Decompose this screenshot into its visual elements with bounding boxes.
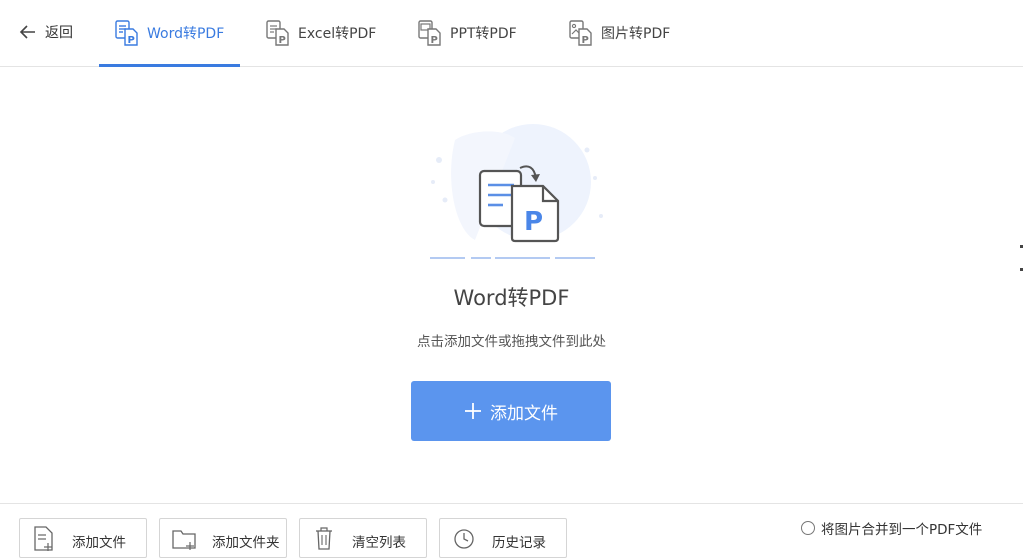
image-to-pdf-icon: P [569,20,592,46]
trash-icon [316,527,332,550]
drop-hint: 点击添加文件或拖拽文件到此处 [417,334,606,350]
add-file-button[interactable]: 添加文件 [411,381,611,441]
tab-label: Excel转PDF [298,26,377,42]
tab-label: PPT转PDF [450,26,517,42]
footer-button-label: 添加文件 [72,535,126,551]
svg-text:P: P [128,35,135,46]
tab-word-to-pdf[interactable]: P Word转PDF [98,0,241,67]
clock-icon [454,529,474,549]
merge-images-label: 将图片合并到一个PDF文件 [821,522,983,538]
ppt-to-pdf-icon: P [418,20,441,46]
merge-images-radio[interactable] [801,521,815,535]
arrow-left-icon [19,25,35,39]
footer-button-label: 历史记录 [492,535,546,551]
clear-list-button[interactable]: 清空列表 [299,518,427,558]
tab-excel-to-pdf[interactable]: P Excel转PDF [266,0,376,66]
word-to-pdf-icon: P [115,20,138,46]
word-to-pdf-illustration: P [430,124,603,259]
footer-button-label: 添加文件夹 [212,535,280,551]
footer-button-label: 清空列表 [352,535,406,551]
add-file-icon [34,526,53,551]
plus-icon [465,403,481,419]
svg-text:P: P [582,35,589,46]
tab-label: Word转PDF [147,26,225,42]
bottom-toolbar: 添加文件 添加文件夹 清空列表 历史记录 将图片合并到一个PDF文件 [0,503,1023,558]
tab-image-to-pdf[interactable]: P 图片转PDF [569,0,670,66]
add-folder-icon [172,530,196,550]
top-nav: 返回 P Word转PDF P Excel转PDF P PPT转PDF P 图片… [0,0,1023,67]
svg-text:P: P [524,207,543,237]
svg-text:P: P [279,35,286,46]
footer-add-file-button[interactable]: 添加文件 [19,518,147,558]
page-title: Word转PDF [453,286,570,310]
add-folder-button[interactable]: 添加文件夹 [159,518,287,558]
tab-label: 图片转PDF [601,26,671,42]
back-button[interactable]: 返回 [18,20,73,44]
add-file-button-label: 添加文件 [490,403,558,424]
merge-images-option[interactable]: 将图片合并到一个PDF文件 [801,518,982,538]
history-button[interactable]: 历史记录 [439,518,567,558]
excel-to-pdf-icon: P [266,20,289,46]
svg-text:P: P [431,35,438,46]
back-label: 返回 [45,25,73,41]
tab-ppt-to-pdf[interactable]: P PPT转PDF [418,0,517,66]
